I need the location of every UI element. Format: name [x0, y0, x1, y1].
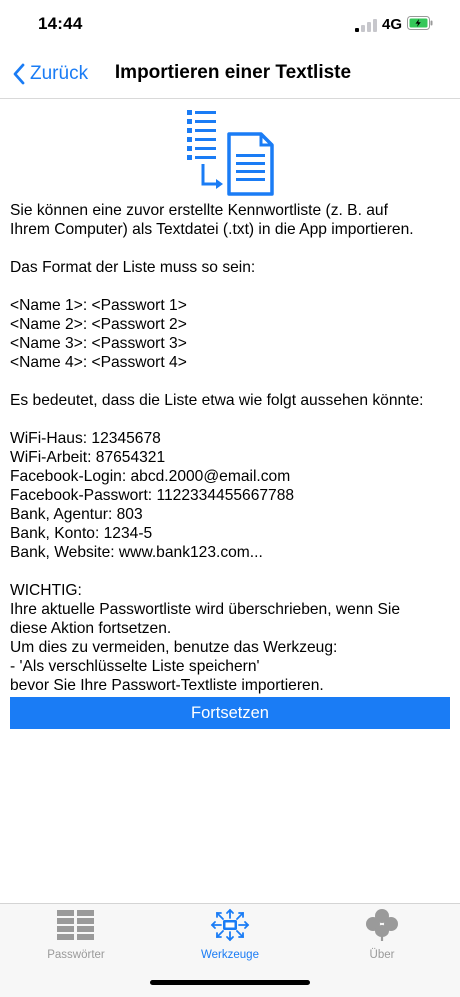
home-indicator	[150, 980, 310, 985]
list-icon	[57, 910, 94, 940]
page-title: Importieren einer Textliste	[114, 62, 352, 83]
navigation-bar: Zurück Importieren einer Textliste	[0, 50, 460, 99]
warning-line: diese Aktion fortsetzen.	[10, 620, 172, 637]
tab-about[interactable]: Über	[322, 908, 442, 961]
import-list-icon	[187, 110, 274, 196]
example-line: Bank, Website: www.bank123.com...	[10, 544, 263, 561]
example-line: Bank, Konto: 1234-5	[10, 525, 153, 542]
warning-line: Um dies zu vermeiden, benutze das Werkze…	[10, 639, 338, 656]
tools-icon	[210, 908, 250, 942]
network-type: 4G	[382, 16, 403, 33]
warning-line: - 'Als verschlüsselte Liste speichern'	[10, 658, 260, 675]
signal-icon	[355, 18, 377, 32]
status-time: 14:44	[38, 14, 83, 33]
status-bar: 14:44 4G	[0, 0, 460, 50]
format-line: <Name 1>: <Passwort 1>	[10, 297, 187, 314]
example-line: WiFi-Haus: 12345678	[10, 430, 161, 447]
format-line: <Name 2>: <Passwort 2>	[10, 316, 187, 333]
warning-line: Ihre aktuelle Passwortliste wird übersch…	[10, 601, 401, 618]
example-line: Facebook-Passwort: 1122334455667788	[10, 487, 295, 504]
continue-button[interactable]: Fortsetzen	[10, 697, 450, 729]
clover-icon	[366, 909, 398, 941]
example-line: Facebook-Login: abcd.2000@email.com	[10, 468, 291, 485]
format-line: <Name 4>: <Passwort 4>	[10, 354, 187, 371]
tab-tools[interactable]: Werkzeuge	[170, 908, 290, 961]
intro-line: Ihrem Computer) als Textdatei (.txt) in …	[10, 221, 414, 238]
example-line: WiFi-Arbeit: 87654321	[10, 449, 166, 466]
import-instructions: Sie können eine zuvor erstellte Kennwort…	[10, 201, 455, 695]
battery-icon	[407, 16, 433, 30]
tab-passwords[interactable]: Passwörter	[16, 908, 136, 961]
warning-line: bevor Sie Ihre Passwort-Textliste import…	[10, 677, 324, 694]
tab-label: Werkzeuge	[201, 949, 259, 961]
format-line: <Name 3>: <Passwort 3>	[10, 335, 187, 352]
intro-line: Sie können eine zuvor erstellte Kennwort…	[10, 202, 388, 219]
tab-label: Passwörter	[47, 949, 105, 961]
warning-line: WICHTIG:	[10, 582, 82, 599]
format-heading: Das Format der Liste muss so sein:	[10, 259, 256, 276]
example-heading: Es bedeutet, dass die Liste etwa wie fol…	[10, 392, 424, 409]
example-line: Bank, Agentur: 803	[10, 506, 143, 523]
tab-label: Über	[369, 949, 395, 961]
